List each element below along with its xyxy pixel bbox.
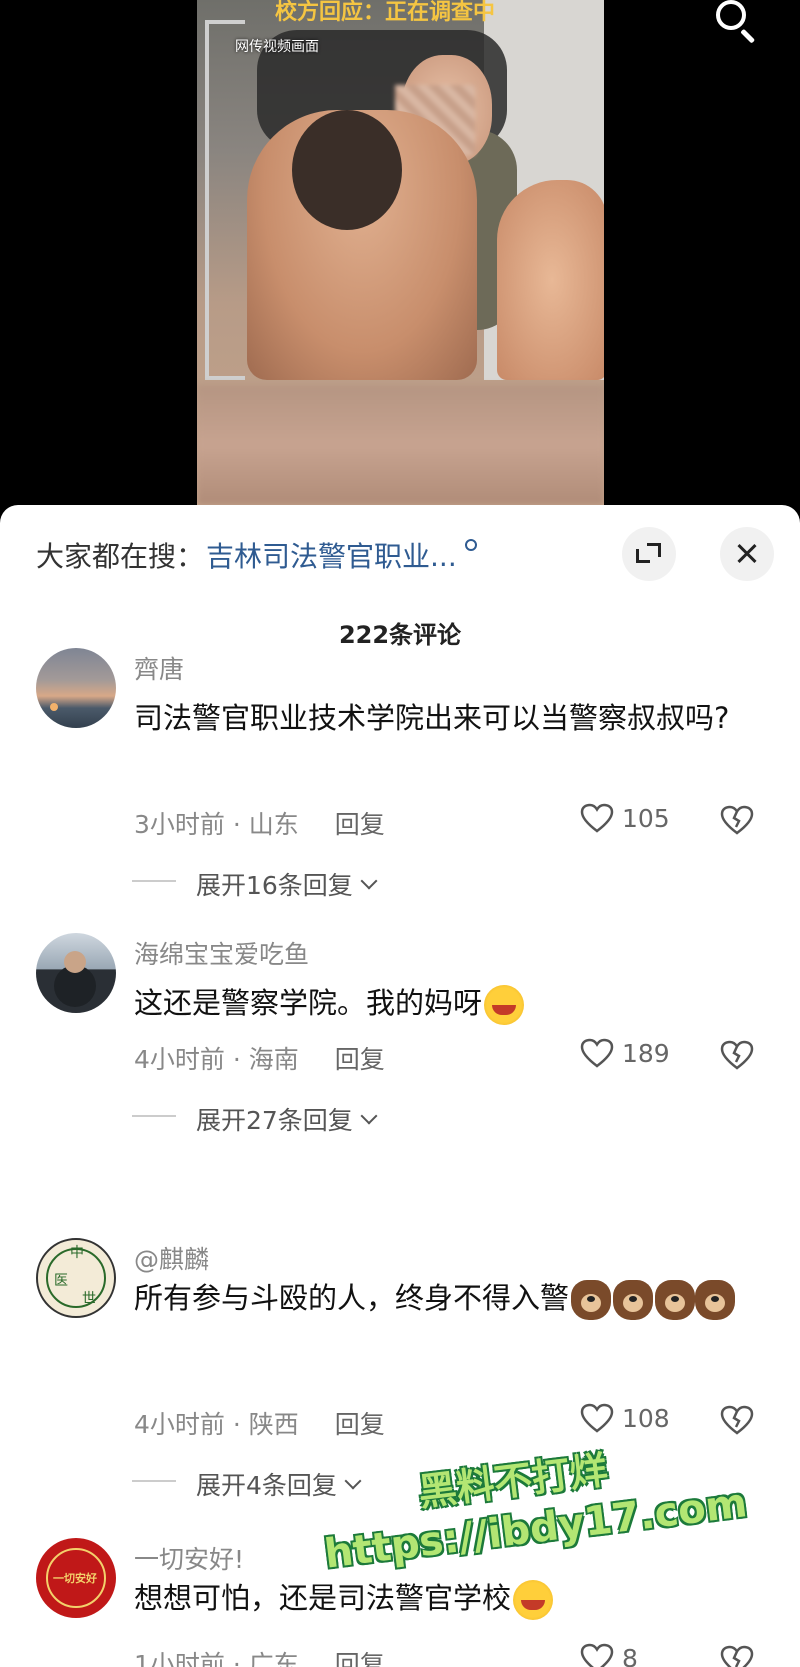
- broken-heart-icon[interactable]: [720, 1645, 754, 1667]
- heart-icon: [580, 1403, 614, 1433]
- like-count: 189: [622, 1038, 670, 1068]
- expand-replies-label: 展开16条回复: [196, 871, 353, 900]
- like-button[interactable]: 108: [580, 1403, 670, 1433]
- search-icon: [716, 0, 746, 30]
- expand-replies-label: 展开4条回复: [196, 1471, 337, 1500]
- comment-username[interactable]: 齊唐: [134, 650, 184, 686]
- comment-time-location: 4小时前 · 海南: [134, 1045, 299, 1074]
- chevron-down-icon: [344, 1472, 362, 1490]
- video-player[interactable]: 校方回应：正在调查中 网传视频画面: [0, 0, 800, 505]
- video-blurred-bottom: [197, 385, 604, 505]
- comment-text: 想想可怕，还是司法警官学校: [134, 1581, 512, 1615]
- divider: [132, 1480, 176, 1482]
- broken-heart-icon[interactable]: [720, 805, 754, 835]
- comment-time-location: 3小时前 · 山东: [134, 810, 299, 839]
- like-button[interactable]: 105: [580, 803, 670, 833]
- comment-text: 司法警官职业技术学院出来可以当警察叔叔吗?: [134, 701, 730, 735]
- comment-meta: 4小时前 · 陕西 回复: [134, 1405, 385, 1441]
- comment-text-row: 这还是警察学院。我的妈呀: [134, 973, 754, 1033]
- heart-icon: [580, 803, 614, 833]
- divider: [132, 880, 176, 882]
- avatar[interactable]: 一切安好: [36, 1538, 116, 1618]
- expand-replies[interactable]: 展开4条回复: [132, 1466, 362, 1502]
- divider: [132, 1115, 176, 1117]
- expand-icon-corner: [647, 543, 661, 557]
- avatar-char: 世: [82, 1291, 96, 1307]
- comment-count: 222条评论: [338, 621, 462, 649]
- avatar-char: 一切安好: [53, 1572, 97, 1585]
- video-person-right: [497, 180, 604, 380]
- avatar[interactable]: 中 医 世: [36, 1238, 116, 1318]
- laughing-emoji-icon: [484, 985, 525, 1025]
- chevron-down-icon: [360, 872, 378, 890]
- search-button[interactable]: [712, 0, 762, 50]
- avatar[interactable]: [36, 933, 116, 1013]
- video-bunk-bed: [205, 20, 245, 380]
- video-caption: 校方回应：正在调查中: [275, 0, 496, 25]
- like-count: 105: [622, 803, 670, 833]
- comment-username[interactable]: 海绵宝宝爱吃鱼: [134, 935, 309, 971]
- avatar-char: 医: [54, 1273, 68, 1289]
- comment-time-location: 4小时前 · 陕西: [134, 1410, 299, 1439]
- broken-heart-icon[interactable]: [720, 1040, 754, 1070]
- heart-icon: [580, 1643, 614, 1667]
- broken-heart-icon[interactable]: [720, 1405, 754, 1435]
- avatar[interactable]: [36, 648, 116, 728]
- dog-emoji-icon: [655, 1280, 696, 1320]
- laughing-emoji-icon: [513, 1580, 554, 1620]
- reply-button[interactable]: 回复: [335, 1040, 385, 1076]
- comment-text: 这还是警察学院。我的妈呀: [134, 986, 483, 1020]
- expand-button[interactable]: [622, 527, 676, 581]
- dog-emoji-icon: [571, 1280, 612, 1320]
- expand-replies[interactable]: 展开16条回复: [132, 866, 378, 902]
- reply-button[interactable]: 回复: [335, 1405, 385, 1441]
- close-button[interactable]: [720, 527, 774, 581]
- like-count: 108: [622, 1403, 670, 1433]
- comment-meta: 3小时前 · 山东 回复: [134, 805, 385, 841]
- expand-replies[interactable]: 展开27条回复: [132, 1101, 378, 1137]
- comment-time-location: 1小时前 · 广东: [134, 1650, 299, 1667]
- comment-text-row: 想想可怕，还是司法警官学校: [134, 1568, 754, 1628]
- expand-replies-label: 展开27条回复: [196, 1106, 353, 1135]
- comment-meta: 1小时前 · 广东 回复: [134, 1645, 385, 1667]
- like-button[interactable]: 8: [580, 1643, 638, 1667]
- like-count: 8: [622, 1643, 638, 1667]
- comment-text: 所有参与斗殴的人，终身不得入警: [134, 1281, 570, 1315]
- chevron-down-icon: [360, 1107, 378, 1125]
- avatar-char: 中: [70, 1245, 84, 1261]
- video-person-head-back: [292, 110, 402, 230]
- video-frame[interactable]: [197, 0, 604, 505]
- trending-search-prefix: 大家都在搜：: [36, 540, 205, 573]
- reply-button[interactable]: 回复: [335, 1645, 385, 1667]
- comment-meta: 4小时前 · 海南 回复: [134, 1040, 385, 1076]
- trending-search-term[interactable]: 吉林司法警官职业...: [206, 535, 457, 575]
- reply-button[interactable]: 回复: [335, 805, 385, 841]
- dog-emoji-icon: [695, 1280, 736, 1320]
- trending-search-bar[interactable]: 大家都在搜： 吉林司法警官职业...: [36, 535, 477, 575]
- heart-icon: [580, 1038, 614, 1068]
- like-button[interactable]: 189: [580, 1038, 670, 1068]
- video-watermark: 网传视频画面: [235, 39, 319, 55]
- search-icon: [464, 539, 477, 551]
- search-icon-handle: [740, 28, 756, 44]
- dog-emoji-icon: [613, 1280, 654, 1320]
- comment-text-row: 所有参与斗殴的人，终身不得入警: [134, 1268, 754, 1328]
